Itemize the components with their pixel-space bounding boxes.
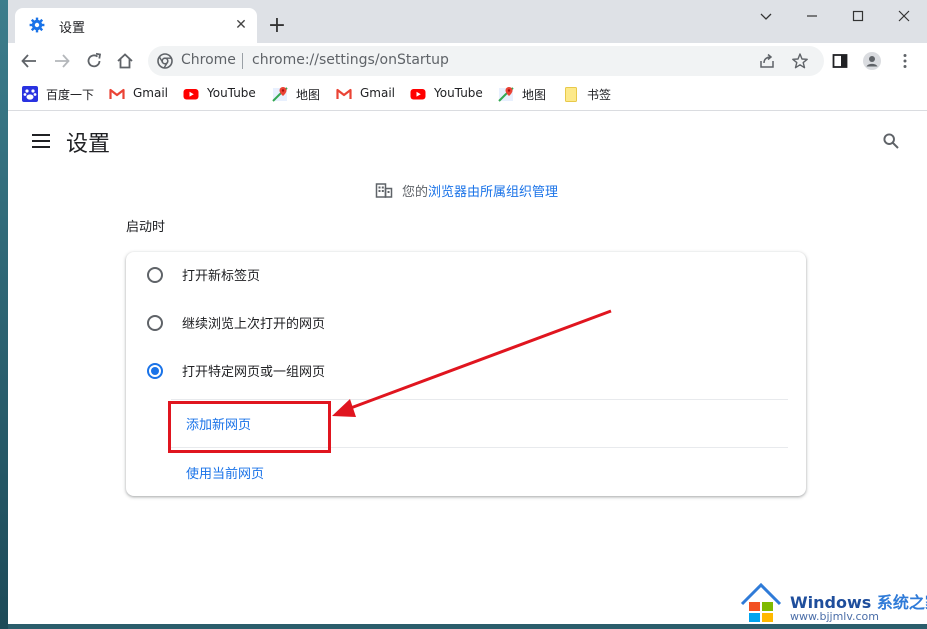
maximize-icon	[852, 10, 864, 22]
bookmark-label: YouTube	[207, 86, 256, 100]
more-vertical-icon	[903, 54, 907, 68]
home-icon	[117, 53, 133, 69]
close-tab-icon[interactable]: ✕	[231, 15, 251, 35]
address-bar[interactable]: Chrome chrome://settings/onStartup	[148, 46, 824, 76]
radio-button[interactable]	[147, 315, 163, 331]
option-label: 继续浏览上次打开的网页	[182, 317, 326, 332]
search-icon	[883, 133, 899, 149]
baidu-icon	[22, 86, 38, 102]
watermark-url: www.bjjmlv.com	[790, 610, 879, 623]
tab-strip: 设置 ✕ +	[8, 0, 927, 43]
url-text[interactable]: chrome://settings/onStartup	[252, 52, 449, 68]
watermark-brand: 系统之家	[876, 593, 927, 612]
bookmark-label: 地图	[522, 88, 547, 102]
add-new-page-link[interactable]: 添加新网页	[186, 414, 251, 433]
tab-title: 设置	[59, 21, 86, 36]
option-open-specific-pages[interactable]: 打开特定网页或一组网页	[126, 352, 806, 392]
hamburger-menu-icon	[32, 134, 50, 148]
option-label: 打开新标签页	[182, 269, 261, 284]
radio-button-checked[interactable]	[147, 363, 163, 379]
menu-button[interactable]	[893, 49, 917, 73]
close-icon	[898, 10, 910, 22]
forward-button[interactable]	[50, 49, 74, 73]
windows-logo-icon	[740, 582, 782, 622]
browser-window: 设置 ✕ + Chrome chrome://settings/onStartu…	[8, 0, 927, 624]
search-settings-button[interactable]	[883, 133, 899, 153]
reload-button[interactable]	[82, 49, 106, 73]
bookmark-label: 地图	[296, 88, 321, 102]
maps-icon	[498, 86, 514, 102]
address-chip: Chrome	[181, 52, 236, 68]
back-button[interactable]	[17, 49, 41, 73]
divider	[171, 447, 788, 448]
bookmark-label: Gmail	[133, 86, 169, 100]
side-panel-icon	[832, 54, 848, 68]
page-title: 设置	[66, 132, 111, 157]
bookmark-label: YouTube	[434, 86, 483, 100]
bookmark-label: Gmail	[360, 86, 396, 100]
watermark: Windows 系统之家 www.bjjmlv.com	[738, 578, 927, 629]
managed-prefix: 您的	[402, 185, 429, 200]
minimize-icon	[807, 15, 817, 17]
radio-button[interactable]	[147, 267, 163, 283]
option-label: 打开特定网页或一组网页	[182, 365, 326, 380]
divider	[171, 399, 788, 400]
chrome-logo-icon	[157, 53, 173, 69]
chevron-down-icon	[760, 13, 772, 20]
arrow-right-icon	[55, 54, 70, 68]
managed-by-org-link[interactable]: 浏览器由所属组织管理	[428, 185, 558, 200]
profile-button[interactable]	[860, 49, 884, 73]
profile-avatar-icon	[863, 52, 881, 70]
minimize-button[interactable]	[789, 0, 835, 32]
settings-gear-icon	[29, 17, 45, 33]
arrow-left-icon	[21, 54, 36, 68]
hamburger-menu-button[interactable]	[32, 133, 50, 152]
toolbar: Chrome chrome://settings/onStartup	[8, 43, 927, 79]
folder-icon	[563, 86, 579, 102]
star-icon	[792, 53, 808, 69]
option-open-new-tab[interactable]: 打开新标签页	[126, 256, 806, 296]
use-current-pages-link[interactable]: 使用当前网页	[186, 463, 264, 482]
section-heading-on-startup: 启动时	[126, 220, 166, 235]
bookmarks-bar: 百度一下 Gmail YouTube 地图 Gmail YouTube 地图 书…	[8, 79, 927, 111]
gmail-icon	[109, 86, 125, 102]
home-button[interactable]	[113, 49, 137, 73]
youtube-icon	[183, 86, 199, 102]
desktop-background	[0, 0, 8, 629]
address-separator	[242, 53, 243, 69]
option-continue-where-left[interactable]: 继续浏览上次打开的网页	[126, 304, 806, 344]
settings-page: 设置 您的浏览器由所属组织管理 启动时 打开新标签页 继续浏览上次打开的网页 打…	[8, 111, 927, 624]
gmail-icon	[336, 86, 352, 102]
startup-options-card: 打开新标签页 继续浏览上次打开的网页 打开特定网页或一组网页 添加新网页 使用当…	[126, 252, 806, 496]
tab-settings[interactable]: 设置 ✕	[15, 8, 257, 43]
new-tab-button[interactable]: +	[264, 13, 290, 39]
tab-search-button[interactable]	[743, 0, 789, 32]
side-panel-button[interactable]	[828, 49, 852, 73]
maximize-button[interactable]	[835, 0, 881, 32]
youtube-icon	[410, 86, 426, 102]
share-icon	[760, 53, 774, 68]
close-window-button[interactable]	[881, 0, 927, 32]
maps-icon	[272, 86, 288, 102]
reload-icon	[87, 52, 102, 68]
share-button[interactable]	[758, 52, 776, 74]
bookmark-label: 书签	[587, 88, 612, 102]
bookmark-label: 百度一下	[46, 88, 95, 102]
bookmark-star-button[interactable]	[791, 52, 809, 74]
building-icon	[375, 181, 393, 203]
